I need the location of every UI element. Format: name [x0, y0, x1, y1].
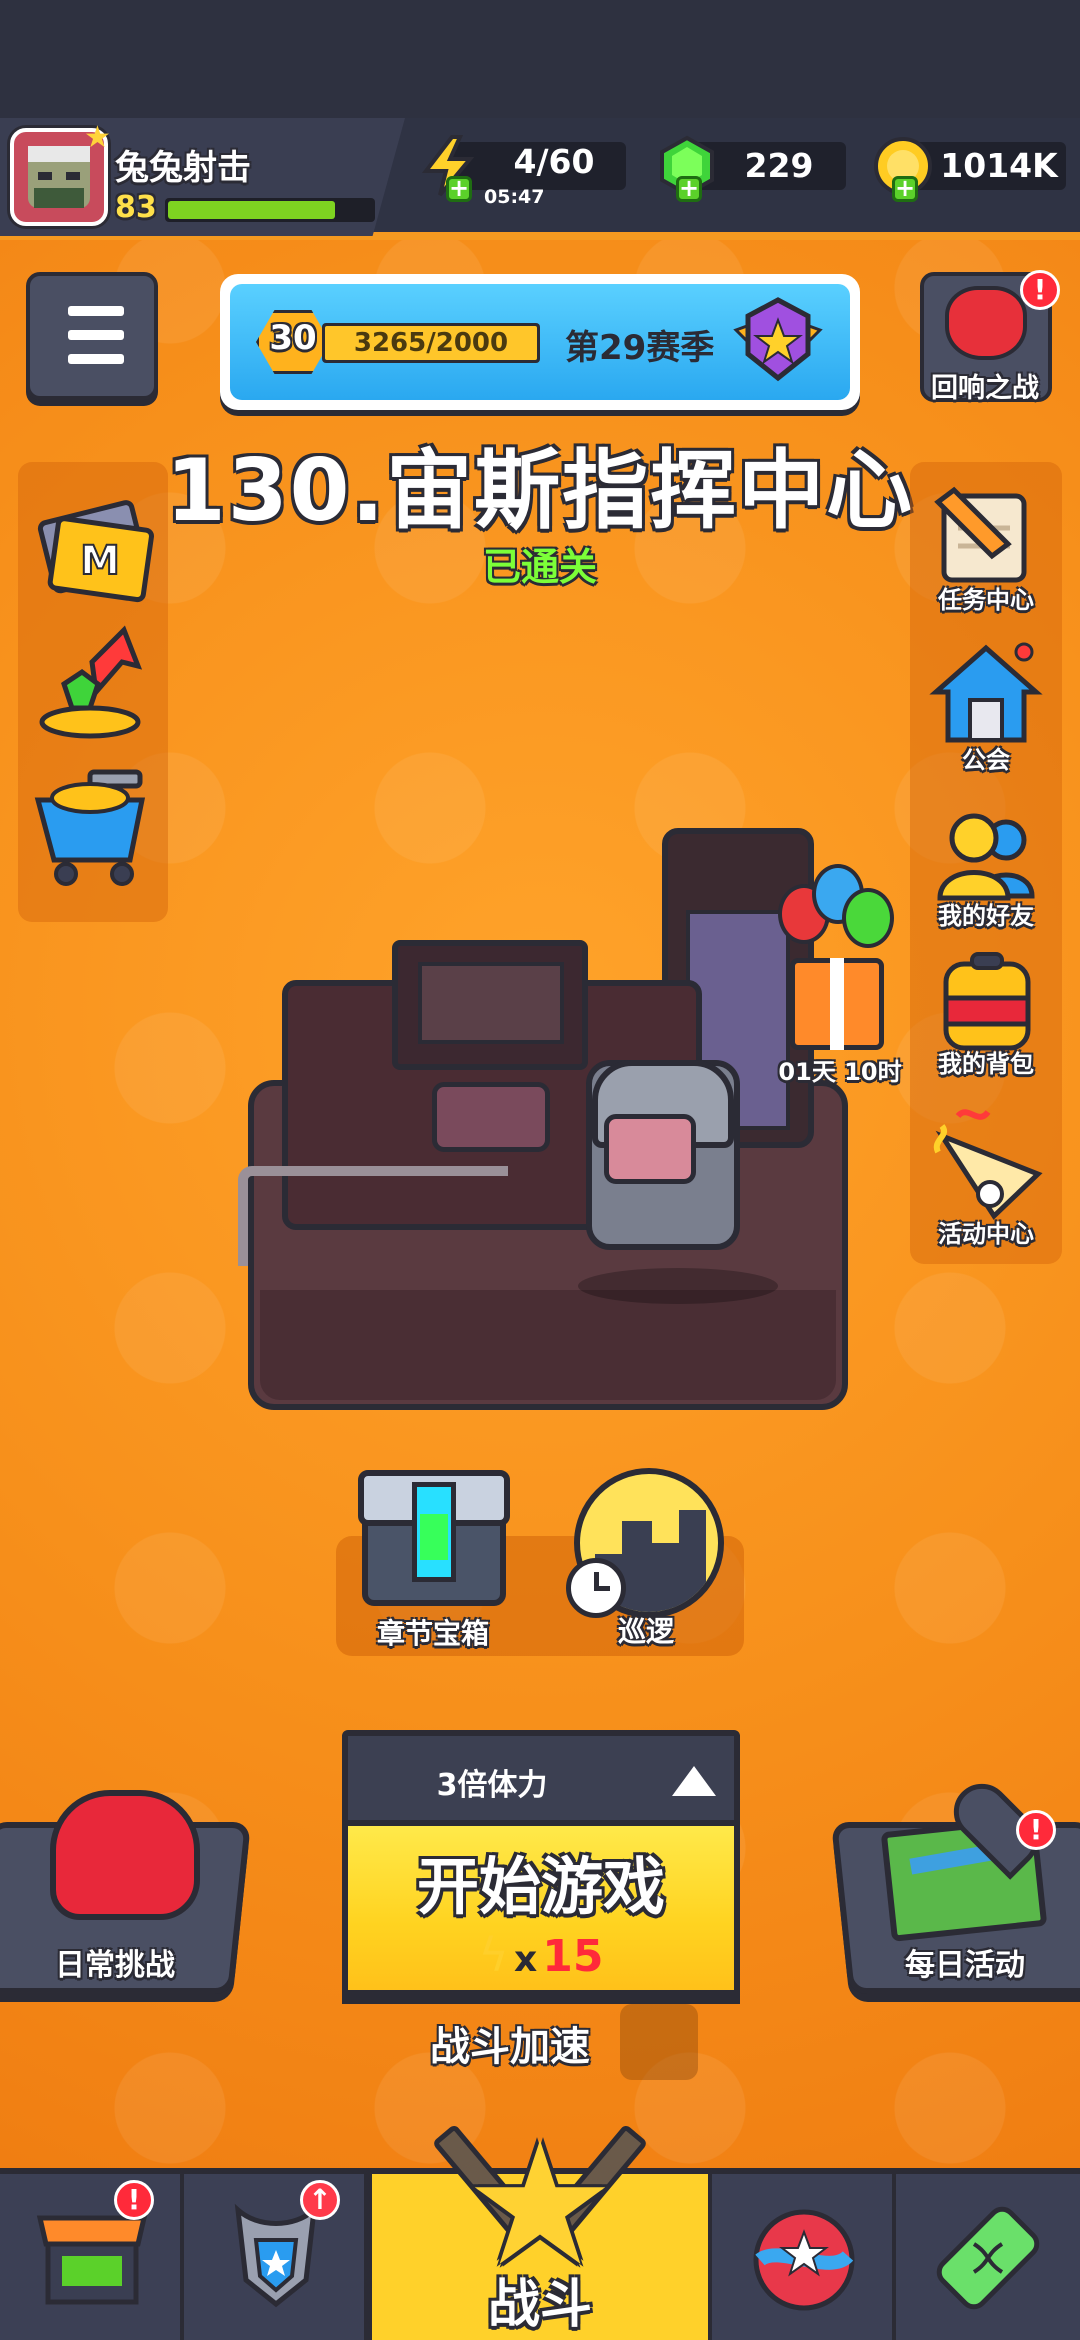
season-level: 30 — [269, 318, 317, 358]
add-gems-icon[interactable]: + — [676, 176, 702, 202]
lightning-icon: ϟ — [478, 1928, 509, 1982]
patrol-label: 巡逻 — [617, 1615, 674, 1648]
backpack-label: 我的背包 — [938, 1050, 1034, 1078]
boxing-glove-icon — [50, 1790, 200, 1920]
purple-star-badge-icon — [733, 297, 823, 382]
energy-cost: 15 — [542, 1931, 604, 1982]
start-game-label: 开始游戏 — [416, 1850, 665, 1923]
guild-label: 公会 — [962, 746, 1010, 774]
shop-cart-icon[interactable] — [30, 764, 156, 888]
scroll-pencil-icon — [934, 486, 1027, 583]
player-name: 兔兔射击 — [115, 148, 251, 188]
star-icon: ★ — [84, 120, 111, 155]
svg-text:M: M — [80, 538, 120, 584]
gift-timer: 01天 10时 — [778, 1058, 902, 1086]
console-chair — [432, 1082, 550, 1152]
railing — [238, 1166, 508, 1266]
system-status-bar — [0, 0, 1080, 118]
start-cost: ϟ x 15 — [342, 1928, 740, 1982]
event-center-label: 活动中心 — [938, 1220, 1034, 1248]
quest-center-label: 任务中心 — [938, 586, 1034, 614]
upgrade-arrow-icon: ↑ — [300, 2180, 340, 2220]
nav-tab-shop[interactable]: ! — [0, 2174, 184, 2340]
battle-label: 战斗 — [487, 2275, 592, 2335]
daily-event-alert-badge: ! — [1016, 1810, 1056, 1850]
xp-bar — [165, 198, 375, 222]
battle-star-icon: ★ — [463, 2106, 617, 2304]
cost-multiplier-sign: x — [513, 1939, 538, 1980]
daily-event-label: 每日活动 — [905, 1948, 1025, 1983]
echo-battle-alert-badge: ! — [1020, 270, 1060, 310]
season-progress-text: 3265/2000 — [353, 328, 509, 358]
chapter-chest-label: 章节宝箱 — [376, 1617, 489, 1650]
friends-label: 我的好友 — [938, 902, 1034, 930]
add-coins-icon[interactable]: + — [892, 176, 918, 202]
battle-speed-label: 战斗加速 — [430, 2024, 590, 2070]
star-orb-icon — [753, 2209, 855, 2311]
xp-bar-fill — [168, 201, 335, 219]
daily-challenge-label: 日常挑战 — [55, 1948, 175, 1983]
dna-capsule-icon — [936, 2206, 1040, 2310]
menu-button[interactable] — [26, 272, 158, 400]
battle-speed-checkbox[interactable] — [620, 2004, 698, 2080]
guild-house-icon — [929, 642, 1043, 743]
growth-fund-icon[interactable] — [34, 622, 154, 742]
nav-tab-dna[interactable] — [896, 2174, 1080, 2340]
friends-icon — [937, 813, 1035, 901]
chevron-up-icon[interactable] — [672, 1766, 716, 1796]
coin-value: 1014K — [940, 146, 1058, 185]
shop-alert-badge: ! — [114, 2180, 154, 2220]
echo-battle-label: 回响之战 — [931, 373, 1039, 404]
player-level: 83 — [115, 190, 157, 225]
energy-multiplier-label: 3倍体力 — [436, 1768, 548, 1803]
season-name: 第29赛季 — [565, 328, 715, 368]
energy-value: 4/60 — [513, 142, 595, 181]
demon-face-icon — [945, 286, 1027, 360]
add-energy-icon[interactable]: + — [446, 176, 472, 202]
m-card-icon[interactable]: M — [32, 490, 156, 606]
backpack-icon — [943, 952, 1031, 1051]
party-horn-icon — [933, 1109, 1043, 1220]
energy-timer: 05:47 — [484, 186, 545, 208]
nav-tab-talents[interactable] — [712, 2174, 896, 2340]
gem-value: 229 — [744, 146, 814, 185]
nav-tab-equipment[interactable]: ↑ — [184, 2174, 368, 2340]
